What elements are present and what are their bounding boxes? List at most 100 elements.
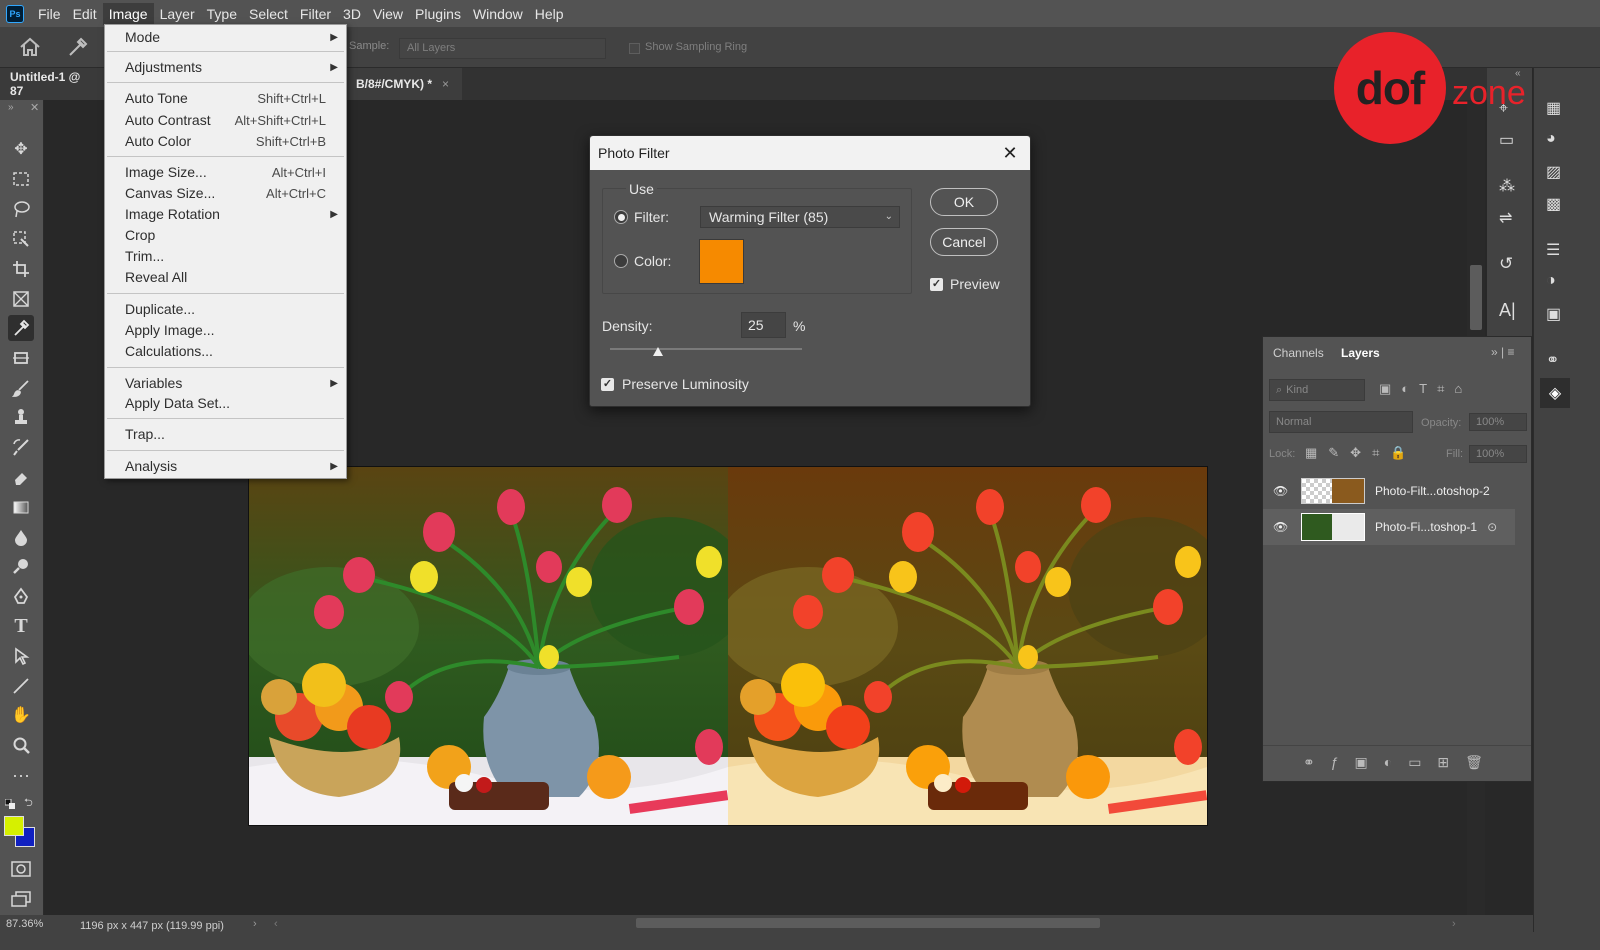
vertical-scrollbar-thumb[interactable]	[1470, 265, 1482, 330]
menu-item-reveal-all[interactable]: Reveal All	[105, 267, 346, 287]
scroll-right-icon[interactable]: ›	[1452, 918, 1456, 930]
eraser-tool-icon[interactable]	[8, 464, 34, 490]
dialog-title-bar[interactable]: Photo Filter	[590, 136, 1030, 170]
swap-colors-icon[interactable]: ⮌	[24, 794, 33, 813]
menu-window[interactable]: Window	[467, 3, 529, 25]
menu-select[interactable]: Select	[243, 3, 294, 25]
gradient-tool-icon[interactable]	[8, 494, 34, 520]
tab-photo-filter-doc[interactable]: B/8#/CMYK) * ×	[346, 68, 462, 100]
visibility-eye-icon[interactable]: 👁	[1273, 484, 1293, 498]
layer-name[interactable]: Photo-Fi...toshop-1	[1375, 520, 1477, 534]
quick-mask-icon[interactable]	[8, 856, 34, 882]
color-icon[interactable]: ◕	[1546, 130, 1556, 148]
layer-actions-icons[interactable]: ⚭ƒ▣◐▭⊞🗑	[1303, 754, 1499, 771]
preview-checkbox[interactable]: ✓	[930, 278, 943, 291]
collapse-toolbar-icon[interactable]: »	[8, 102, 14, 113]
menu-item-crop[interactable]: Crop	[105, 225, 346, 245]
menu-type[interactable]: Type	[201, 3, 243, 25]
frame-tool-icon[interactable]	[8, 286, 34, 312]
menu-item-adjustments[interactable]: Adjustments ▶	[105, 57, 346, 77]
menu-item-image-size[interactable]: Image Size... Alt+Ctrl+I	[105, 162, 346, 182]
density-slider-thumb[interactable]	[653, 345, 663, 356]
menu-item-auto-tone[interactable]: Auto Tone Shift+Ctrl+L	[105, 88, 346, 108]
zoom-tool-icon[interactable]	[8, 732, 34, 758]
color-radio[interactable]	[614, 254, 628, 268]
document-info[interactable]: 1196 px x 447 px (119.99 ppi)	[80, 920, 224, 932]
adjustments-icon[interactable]: ◑	[1546, 272, 1556, 290]
patch-tool-icon[interactable]	[8, 345, 34, 371]
layer-row[interactable]: 👁 Photo-Fi...toshop-1 ⊙	[1263, 509, 1515, 545]
swatches-icon[interactable]: ▦	[1546, 98, 1561, 118]
history-brush-tool-icon[interactable]	[8, 434, 34, 460]
line-tool-icon[interactable]	[8, 673, 34, 699]
menu-edit[interactable]: Edit	[67, 3, 103, 25]
opacity-field[interactable]: 100%	[1469, 413, 1527, 431]
menu-item-auto-color[interactable]: Auto Color Shift+Ctrl+B	[105, 131, 346, 151]
filter-radio[interactable]	[614, 210, 628, 224]
menu-image[interactable]: Image	[102, 2, 154, 25]
clone-stamp-tool-icon[interactable]	[8, 404, 34, 430]
patterns-icon[interactable]: ▩	[1546, 194, 1561, 214]
adjust-sliders-icon[interactable]: ⇌	[1499, 208, 1512, 228]
preserve-luminosity-checkbox[interactable]: ✓	[601, 378, 614, 391]
sample-select[interactable]: All Layers	[399, 38, 606, 59]
channels-icon[interactable]: ⚭	[1546, 350, 1559, 370]
filter-select[interactable]: Warming Filter (85) ⌄	[700, 206, 900, 228]
foreground-color-swatch[interactable]	[4, 816, 24, 836]
horizontal-scrollbar-thumb[interactable]	[636, 918, 1100, 928]
eyedropper-tool-icon[interactable]	[66, 36, 90, 58]
blur-tool-icon[interactable]	[8, 524, 34, 550]
crop-tool-icon[interactable]	[8, 256, 34, 282]
status-expand-icon[interactable]: ›	[253, 918, 257, 930]
home-icon[interactable]	[18, 36, 42, 58]
sampling-ring-checkbox[interactable]	[629, 43, 640, 54]
libraries-icon[interactable]: ▣	[1546, 304, 1561, 324]
panel-menu-icon[interactable]: » | ≡	[1491, 345, 1514, 359]
blend-mode-select[interactable]: Normal	[1269, 411, 1413, 433]
hand-tool-icon[interactable]: ✋	[8, 702, 34, 728]
marquee-tool-icon[interactable]	[8, 166, 34, 192]
density-input[interactable]: 25	[741, 312, 786, 338]
character-icon[interactable]: A|	[1499, 300, 1516, 321]
ok-button[interactable]: OK	[930, 188, 998, 216]
menu-item-image-rotation[interactable]: Image Rotation ▶	[105, 204, 346, 224]
menu-plugins[interactable]: Plugins	[409, 3, 467, 25]
menu-item-trap[interactable]: Trap...	[105, 424, 346, 444]
menu-help[interactable]: Help	[529, 3, 570, 25]
layers-icon[interactable]: ◈	[1540, 378, 1570, 408]
tab-untitled-1[interactable]: Untitled-1 @ 87	[0, 68, 104, 100]
object-selection-tool-icon[interactable]	[8, 226, 34, 252]
menu-filter[interactable]: Filter	[294, 3, 337, 25]
more-tools-icon[interactable]: ···	[8, 762, 34, 788]
zoom-level[interactable]: 87.36%	[6, 918, 43, 930]
tab-layers[interactable]: Layers	[1331, 337, 1390, 369]
menu-view[interactable]: View	[367, 3, 409, 25]
menu-item-calculations[interactable]: Calculations...	[105, 341, 346, 361]
lock-icons[interactable]: ▦✎✥⌗🔒	[1305, 445, 1418, 461]
layer-filter-kind[interactable]: ⌕ Kind	[1269, 379, 1365, 401]
tab-close-icon[interactable]: ×	[442, 77, 449, 91]
cancel-button[interactable]: Cancel	[930, 228, 998, 256]
menu-file[interactable]: File	[32, 3, 67, 25]
document-canvas[interactable]	[248, 466, 1208, 826]
color-swatch[interactable]	[699, 239, 744, 284]
visibility-eye-icon[interactable]: 👁	[1273, 520, 1293, 534]
fill-field[interactable]: 100%	[1469, 445, 1527, 463]
properties-icon[interactable]: ☰	[1546, 240, 1560, 260]
menu-item-canvas-size[interactable]: Canvas Size... Alt+Ctrl+C	[105, 183, 346, 203]
dodge-tool-icon[interactable]	[8, 553, 34, 579]
filter-type-icons[interactable]: ▣◐T⌗⌂	[1379, 381, 1472, 397]
gradients-icon[interactable]: ▨	[1546, 162, 1561, 182]
eyedropper-tool-icon[interactable]	[8, 315, 34, 341]
menu-item-trim[interactable]: Trim...	[105, 246, 346, 266]
close-toolbar-icon[interactable]: ✕	[30, 101, 39, 114]
menu-item-duplicate[interactable]: Duplicate...	[105, 299, 346, 319]
layer-row[interactable]: 👁 Photo-Filt...otoshop-2	[1263, 473, 1515, 509]
default-colors-icon[interactable]	[4, 797, 15, 809]
menu-item-auto-contrast[interactable]: Auto Contrast Alt+Shift+Ctrl+L	[105, 110, 346, 130]
menu-layer[interactable]: Layer	[154, 3, 201, 25]
brush-settings-icon[interactable]: ⁂	[1499, 176, 1515, 196]
history-icon[interactable]: ↺	[1499, 254, 1513, 274]
tab-channels[interactable]: Channels	[1263, 337, 1334, 369]
brush-tool-icon[interactable]	[8, 375, 34, 401]
